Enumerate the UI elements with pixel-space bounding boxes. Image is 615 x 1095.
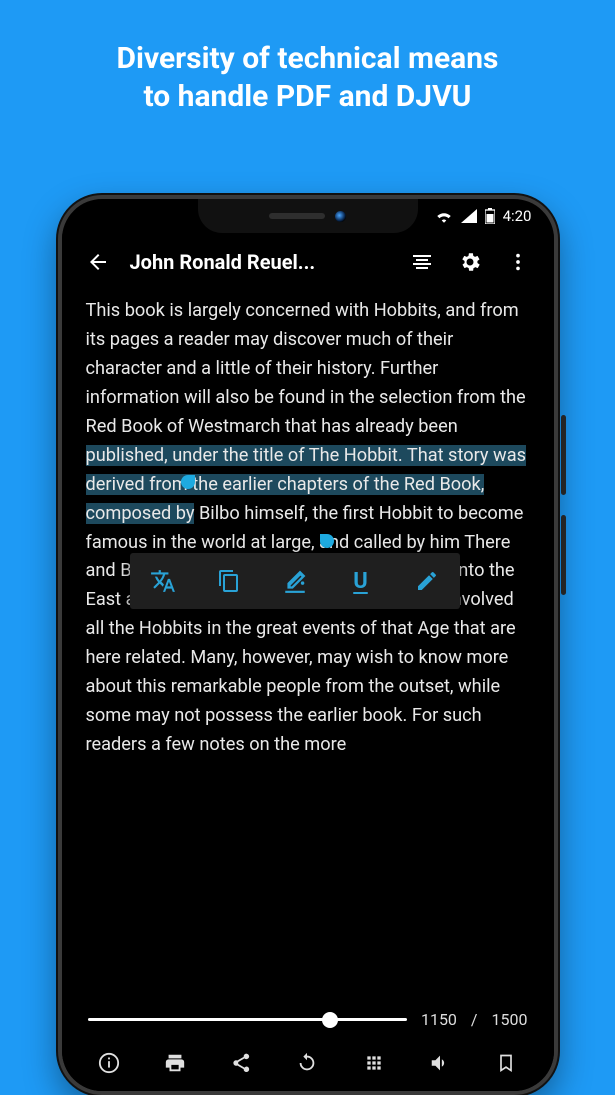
bookmark-button[interactable] [486,1043,526,1083]
body-text[interactable]: This book is largely concerned with Hobb… [86,297,530,760]
reader-content[interactable]: This book is largely concerned with Hobb… [66,291,550,1006]
promo-line2: to handle PDF and DJVU [144,79,472,114]
progress-thumb[interactable] [322,1012,338,1028]
info-button[interactable] [89,1043,129,1083]
grid-button[interactable] [354,1043,394,1083]
back-button[interactable] [78,242,118,282]
phone-notch [198,199,418,233]
page-total: 1500 [492,1010,528,1029]
selection-handle-start[interactable] [181,475,195,489]
underline-button[interactable]: U [328,553,394,609]
selection-handle-end[interactable] [320,534,334,548]
share-button[interactable] [221,1043,261,1083]
draw-button[interactable] [394,553,460,609]
battery-icon [485,208,495,224]
wifi-icon [435,209,453,223]
page-current: 1150 [421,1010,457,1029]
text-post[interactable]: Bilbo himself, the first Hobbit to becom… [86,503,524,756]
page-title: John Ronald Reuel... [126,250,394,274]
more-button[interactable] [498,242,538,282]
phone-mockup: 4:20 John Ronald Reuel... Th [58,195,558,1095]
print-button[interactable] [155,1043,195,1083]
page-sep: / [471,1010,478,1029]
align-button[interactable] [402,242,442,282]
highlight-button[interactable] [262,553,328,609]
progress-track[interactable] [88,1018,407,1021]
page-progress: 1150 / 1500 [66,1006,550,1035]
translate-button[interactable] [130,553,196,609]
promo-heading: Diversity of technical means to handle P… [0,0,615,115]
cell-signal-icon [461,209,477,223]
settings-button[interactable] [450,242,490,282]
status-time: 4:20 [503,207,532,225]
update-button[interactable] [287,1043,327,1083]
bottom-toolbar [66,1035,550,1091]
audio-button[interactable] [420,1043,460,1083]
app-bar: John Ronald Reuel... [66,233,550,291]
text-pre[interactable]: This book is largely concerned with Hobb… [86,300,526,437]
copy-button[interactable] [196,553,262,609]
selection-toolbar: U [130,553,460,609]
promo-line1: Diversity of technical means [117,41,499,76]
